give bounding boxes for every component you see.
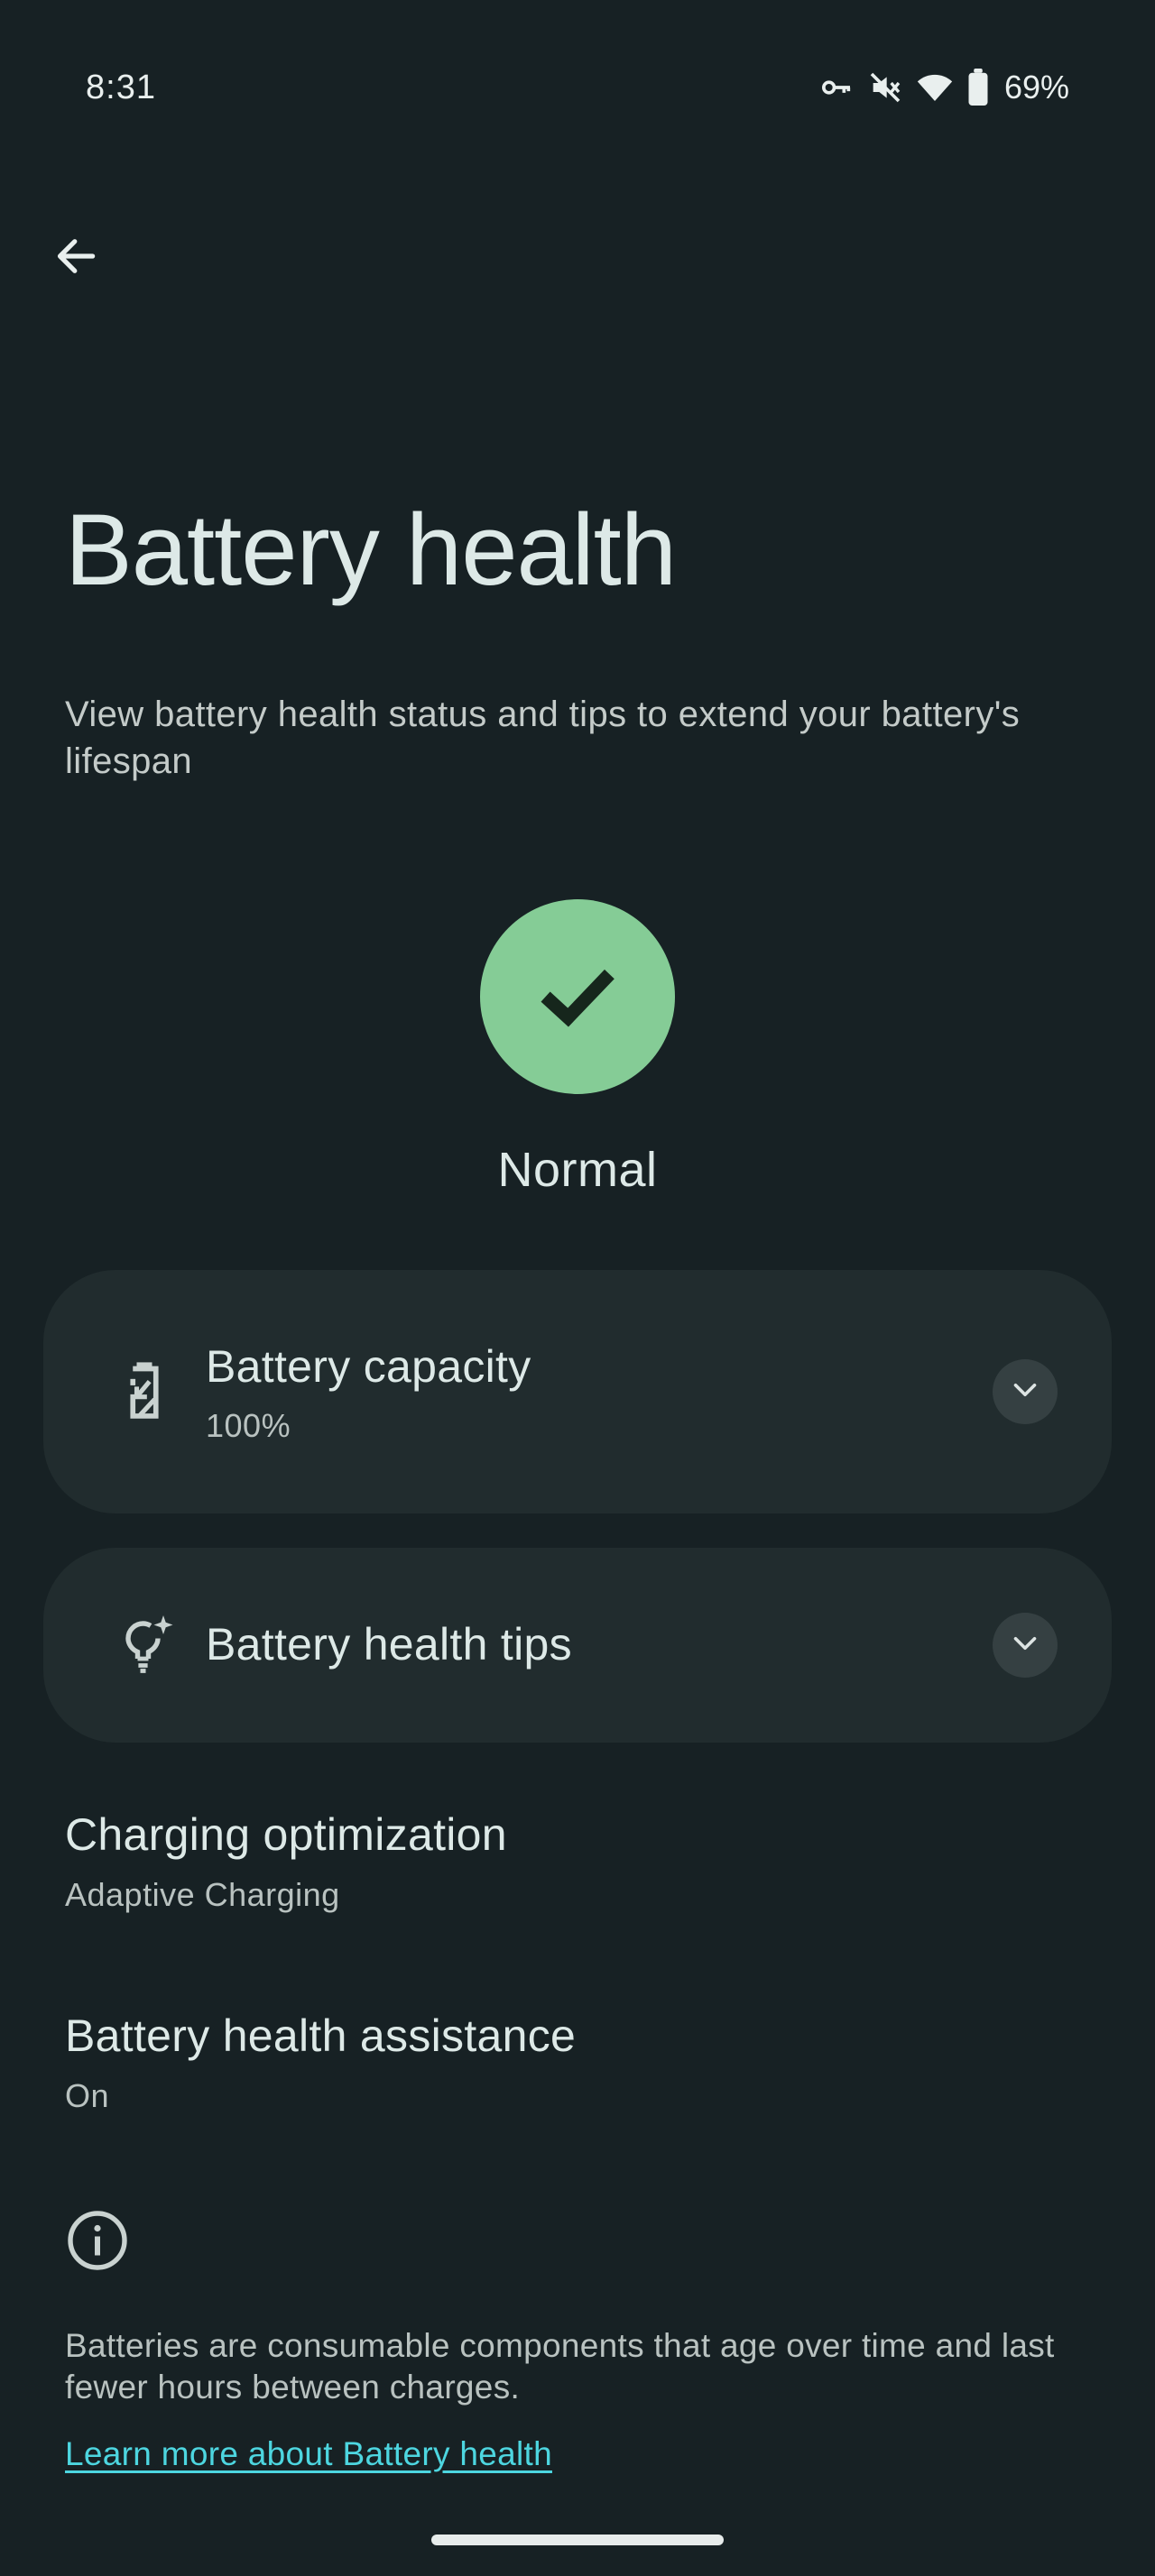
battery-health-tips-card[interactable]: Battery health tips	[43, 1548, 1112, 1743]
battery-health-assistance-summary: On	[65, 2077, 110, 2114]
charging-optimization-item[interactable]: Charging optimization Adaptive Charging	[0, 1786, 1155, 1939]
battery-capacity-expand-button[interactable]	[993, 1359, 1058, 1424]
check-icon	[532, 950, 623, 1044]
chevron-down-icon	[1009, 1627, 1041, 1664]
battery-capacity-value: 100%	[206, 1407, 291, 1444]
chevron-down-icon	[1009, 1374, 1041, 1411]
charging-optimization-summary: Adaptive Charging	[65, 1876, 340, 1913]
status-time: 8:31	[86, 69, 156, 106]
vpn-key-icon	[818, 69, 855, 106]
charging-optimization-title: Charging optimization	[65, 1809, 507, 1860]
battery-capacity-card[interactable]: Battery capacity 100%	[43, 1270, 1112, 1513]
battery-health-assistance-item[interactable]: Battery health assistance On	[0, 1987, 1155, 2140]
footer-info-text: Batteries are consumable components that…	[65, 2327, 1055, 2406]
lightbulb-sparkle-icon	[108, 1609, 180, 1681]
battery-health-assistance-title: Battery health assistance	[65, 2010, 577, 2061]
battery-swap-icon	[108, 1356, 180, 1428]
battery-health-tips-expand-button[interactable]	[993, 1613, 1058, 1678]
mute-icon	[867, 69, 903, 106]
page-title: Battery health	[65, 493, 677, 606]
battery-percent: 69%	[1003, 69, 1069, 106]
home-indicator[interactable]	[431, 2535, 724, 2545]
learn-more-link[interactable]: Learn more about Battery health	[65, 2435, 552, 2473]
info-icon	[65, 2208, 130, 2273]
health-status-label: Normal	[497, 1143, 658, 1197]
battery-capacity-title: Battery capacity	[206, 1341, 531, 1392]
battery-icon	[966, 69, 990, 106]
status-icons: 69%	[818, 67, 1069, 108]
battery-health-tips-title: Battery health tips	[206, 1619, 572, 1670]
health-status-indicator	[480, 899, 675, 1094]
back-button[interactable]	[43, 225, 108, 290]
arrow-back-icon	[51, 231, 101, 286]
page-description: View battery health status and tips to e…	[65, 695, 1021, 781]
wifi-icon	[916, 69, 954, 106]
